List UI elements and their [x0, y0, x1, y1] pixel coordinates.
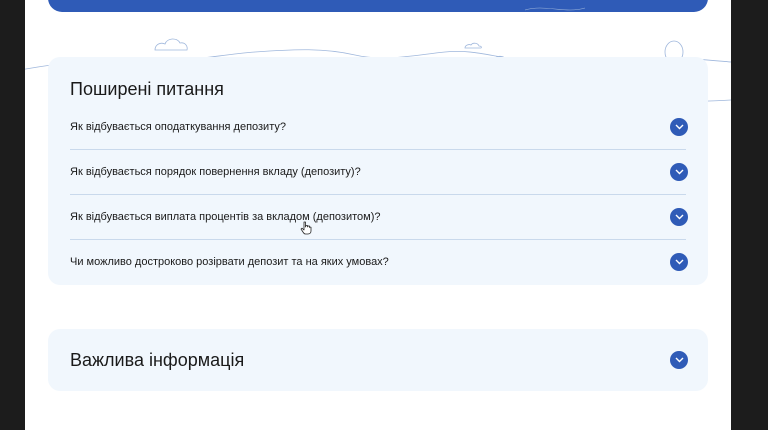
faq-list: Як відбувається оподаткування депозиту? … [70, 105, 688, 285]
chevron-down-icon[interactable] [670, 163, 688, 181]
important-info-section[interactable]: Важлива інформація [48, 329, 708, 391]
faq-question: Як відбувається оподаткування депозиту? [70, 121, 286, 133]
faq-question: Чи можливо достроково розірвати депозит … [70, 256, 389, 268]
chevron-down-icon[interactable] [670, 118, 688, 136]
hand-cursor-icon [300, 221, 312, 235]
faq-section: Поширені питання Як відбувається оподатк… [48, 57, 708, 285]
window-frame-left [0, 0, 25, 430]
top-banner [48, 0, 708, 12]
faq-item-interest[interactable]: Як відбувається виплата процентів за вкл… [70, 195, 688, 240]
window-frame-right [731, 0, 768, 430]
faq-item-taxation[interactable]: Як відбувається оподаткування депозиту? [70, 105, 688, 150]
chevron-down-icon[interactable] [670, 208, 688, 226]
chevron-down-icon[interactable] [670, 253, 688, 271]
faq-item-return[interactable]: Як відбувається порядок повернення вклад… [70, 150, 688, 195]
faq-item-early-termination[interactable]: Чи можливо достроково розірвати депозит … [70, 240, 688, 285]
faq-question: Як відбувається порядок повернення вклад… [70, 166, 361, 178]
important-info-title: Важлива інформація [70, 350, 245, 370]
chevron-down-icon[interactable] [670, 351, 688, 369]
faq-title: Поширені питання [70, 79, 224, 99]
faq-question: Як відбувається виплата процентів за вкл… [70, 211, 381, 223]
page: Поширені питання Як відбувається оподатк… [25, 0, 731, 430]
